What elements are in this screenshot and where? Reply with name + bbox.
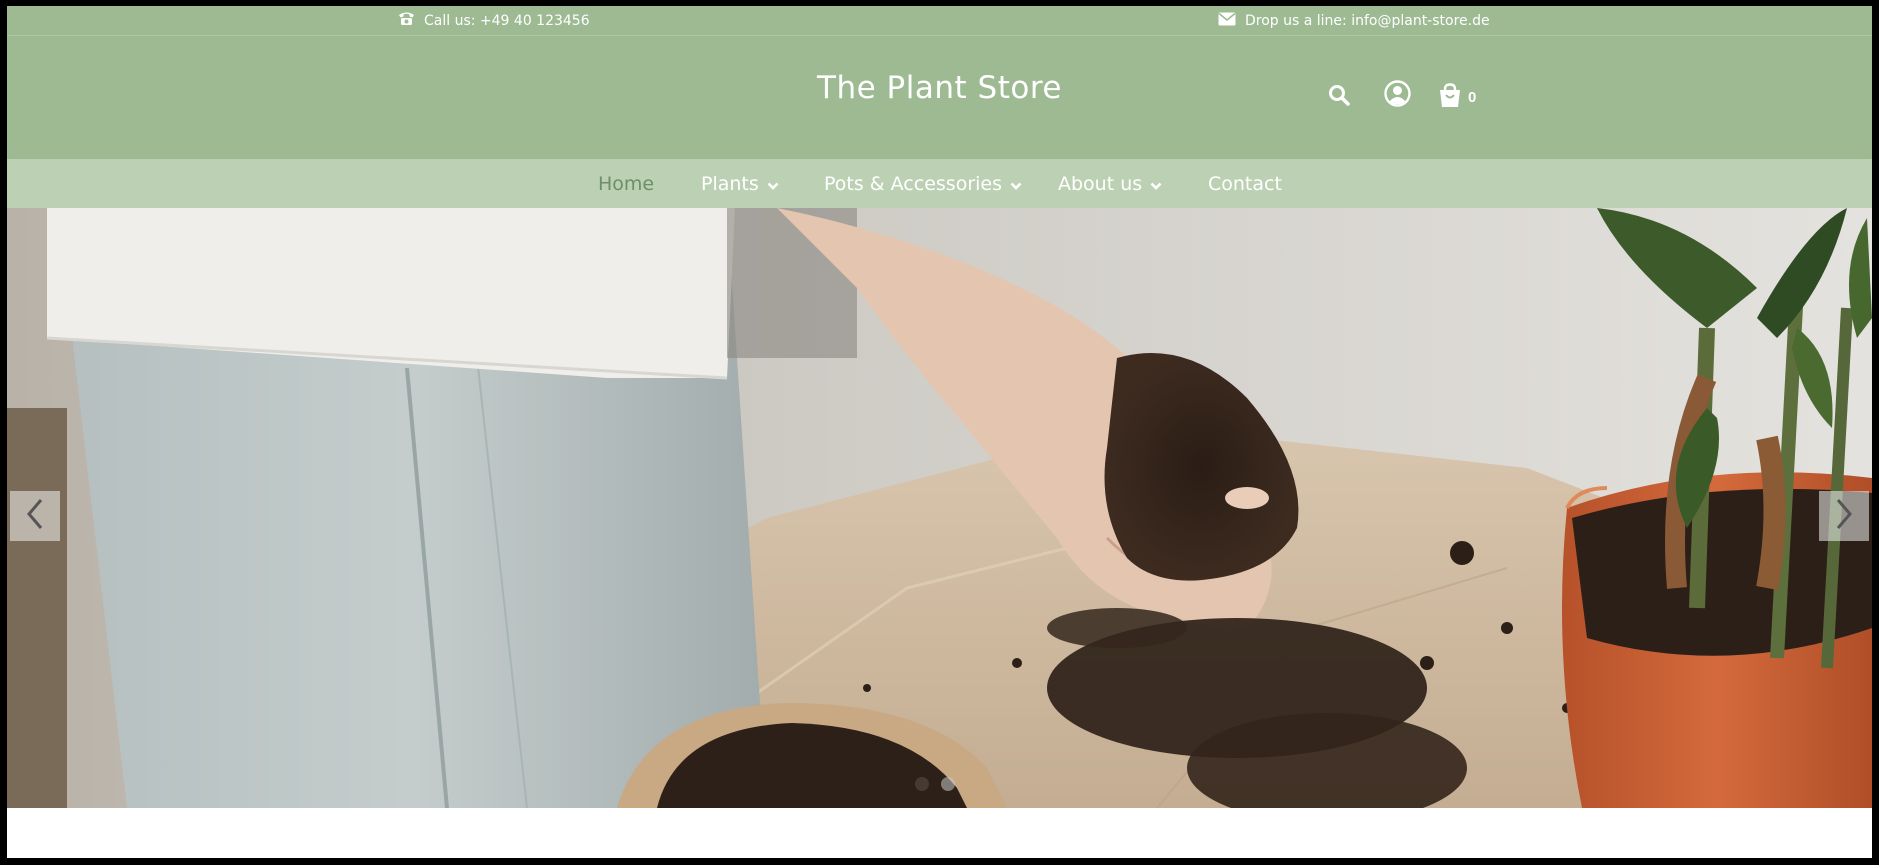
- phone-icon: [398, 11, 415, 30]
- site-header: The Plant Store 0: [7, 36, 1872, 159]
- cart-count: 0: [1468, 88, 1477, 106]
- chevron-down-icon: [1010, 173, 1022, 195]
- nav-item-about-us[interactable]: About us: [1058, 159, 1162, 208]
- nav-item-pots-accessories[interactable]: Pots & Accessories: [824, 159, 1022, 208]
- page: Call us: +49 40 123456 Drop us a line: i…: [7, 6, 1872, 858]
- top-info-bar: Call us: +49 40 123456 Drop us a line: i…: [7, 6, 1872, 36]
- search-icon: [1328, 84, 1350, 110]
- nav-item-home[interactable]: Home: [598, 159, 654, 208]
- slider-prev-button[interactable]: [10, 491, 60, 541]
- user-circle-icon: [1384, 79, 1411, 111]
- nav-item-label: Contact: [1208, 172, 1282, 195]
- envelope-icon: [1218, 12, 1236, 30]
- nav-item-label: Pots & Accessories: [824, 172, 1002, 195]
- cart-button[interactable]: 0: [1438, 82, 1477, 112]
- main-nav: Home Plants Pots & Accessories About us …: [7, 159, 1872, 208]
- chevron-down-icon: [1150, 173, 1162, 195]
- chevron-right-icon: [1834, 498, 1854, 534]
- slider-dot-active[interactable]: [941, 777, 955, 791]
- search-button[interactable]: [1328, 83, 1350, 111]
- account-button[interactable]: [1384, 79, 1411, 111]
- phone-text: Call us: +49 40 123456: [424, 12, 590, 29]
- hero-slider: [7, 208, 1872, 808]
- slider-next-button[interactable]: [1819, 491, 1869, 541]
- slider-dot[interactable]: [915, 777, 929, 791]
- chevron-down-icon: [767, 173, 779, 195]
- hero-image: [7, 208, 1872, 808]
- nav-item-label: Home: [598, 172, 655, 195]
- nav-item-label: About us: [1058, 172, 1143, 195]
- email-contact[interactable]: Drop us a line: info@plant-store.de: [1218, 6, 1490, 35]
- nav-item-contact[interactable]: Contact: [1208, 159, 1282, 208]
- chevron-left-icon: [25, 498, 45, 534]
- site-logo[interactable]: The Plant Store: [7, 70, 1872, 106]
- email-text: Drop us a line: info@plant-store.de: [1245, 12, 1490, 29]
- nav-item-plants[interactable]: Plants: [701, 159, 779, 208]
- shopping-bag-icon: [1438, 82, 1462, 112]
- nav-item-label: Plants: [701, 172, 759, 195]
- slider-pagination: [915, 777, 955, 791]
- phone-contact[interactable]: Call us: +49 40 123456: [398, 6, 590, 35]
